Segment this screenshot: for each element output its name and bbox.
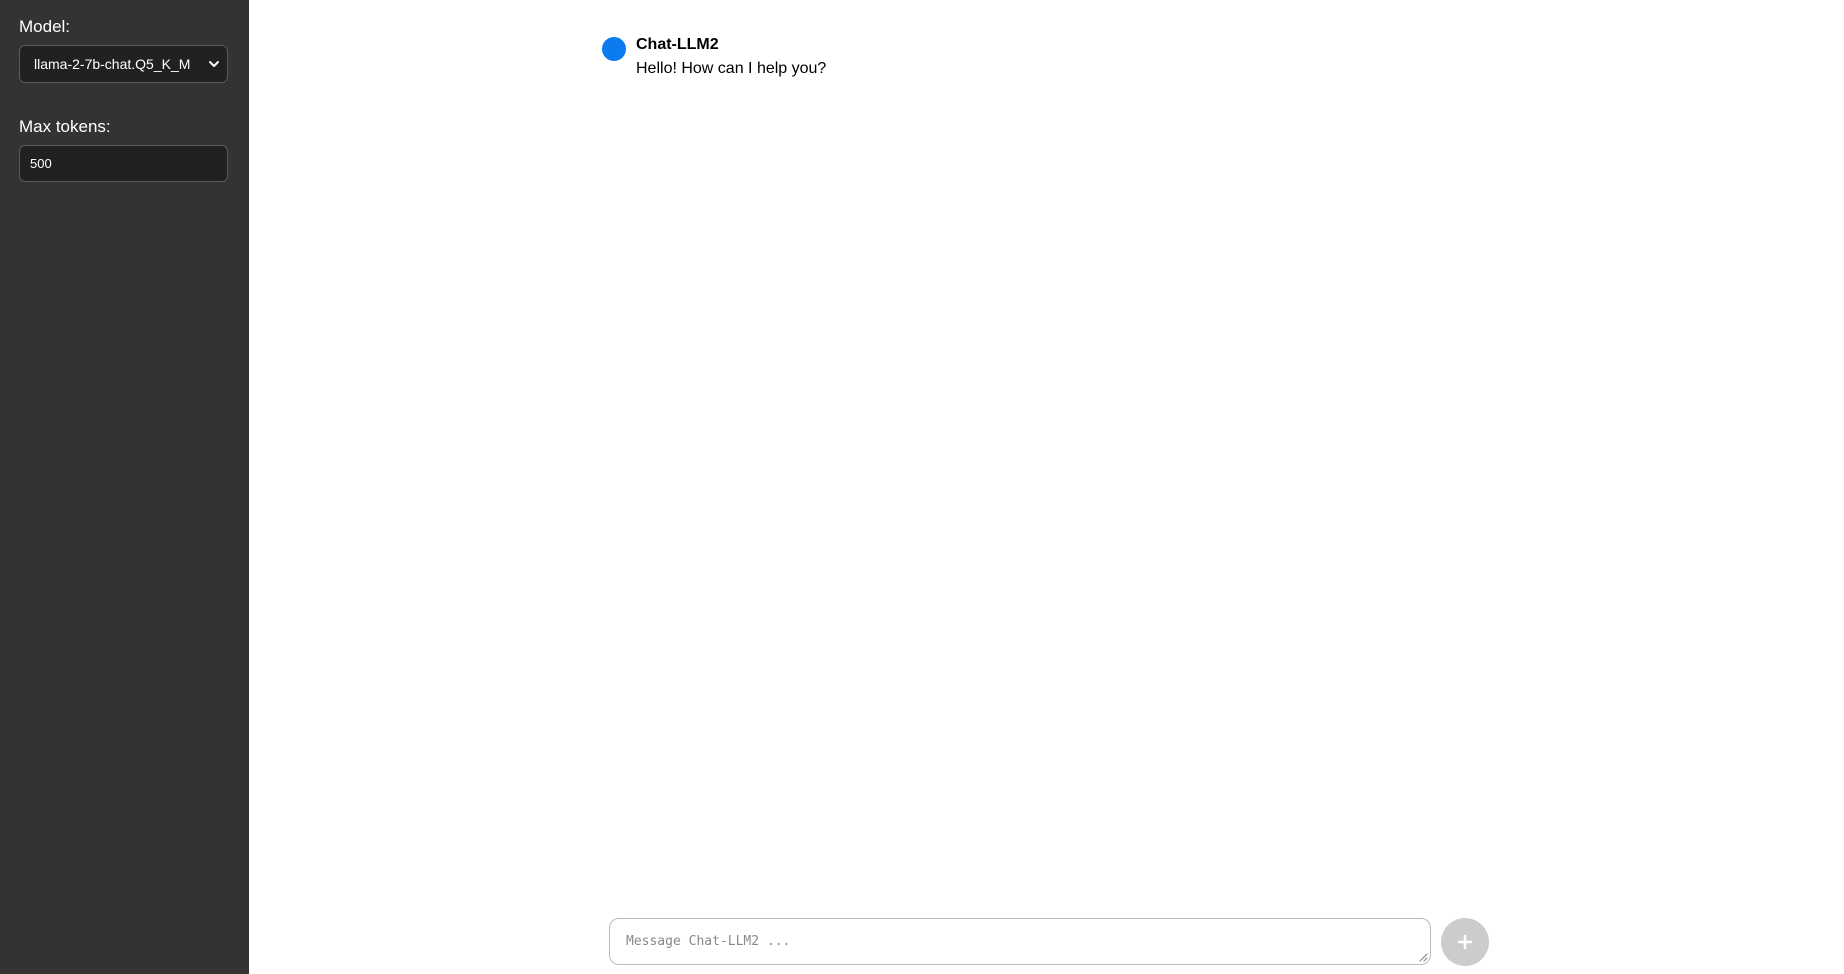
max-tokens-label: Max tokens: xyxy=(19,117,111,136)
resize-handle-icon[interactable] xyxy=(1419,953,1428,962)
model-label: Model: xyxy=(19,17,71,36)
plus-icon xyxy=(1457,934,1473,950)
max-tokens-input[interactable]: 500 xyxy=(19,145,228,182)
chevron-down-icon xyxy=(209,61,219,67)
message-input-placeholder: Message Chat-LLM2 ... xyxy=(626,934,791,949)
model-select-value: llama-2-7b-chat.Q5_K_M xyxy=(34,56,191,72)
message-input[interactable]: Message Chat-LLM2 ... xyxy=(609,918,1431,965)
message-text: Hello! How can I help you? xyxy=(636,60,827,77)
app-window: Model: llama-2-7b-chat.Q5_K_M Max tokens… xyxy=(0,0,1844,974)
message-author: Chat-LLM2 xyxy=(636,36,719,53)
model-select[interactable]: llama-2-7b-chat.Q5_K_M xyxy=(19,45,228,83)
send-button[interactable] xyxy=(1441,918,1489,966)
sidebar: Model: llama-2-7b-chat.Q5_K_M Max tokens… xyxy=(0,0,249,974)
avatar xyxy=(602,37,626,61)
